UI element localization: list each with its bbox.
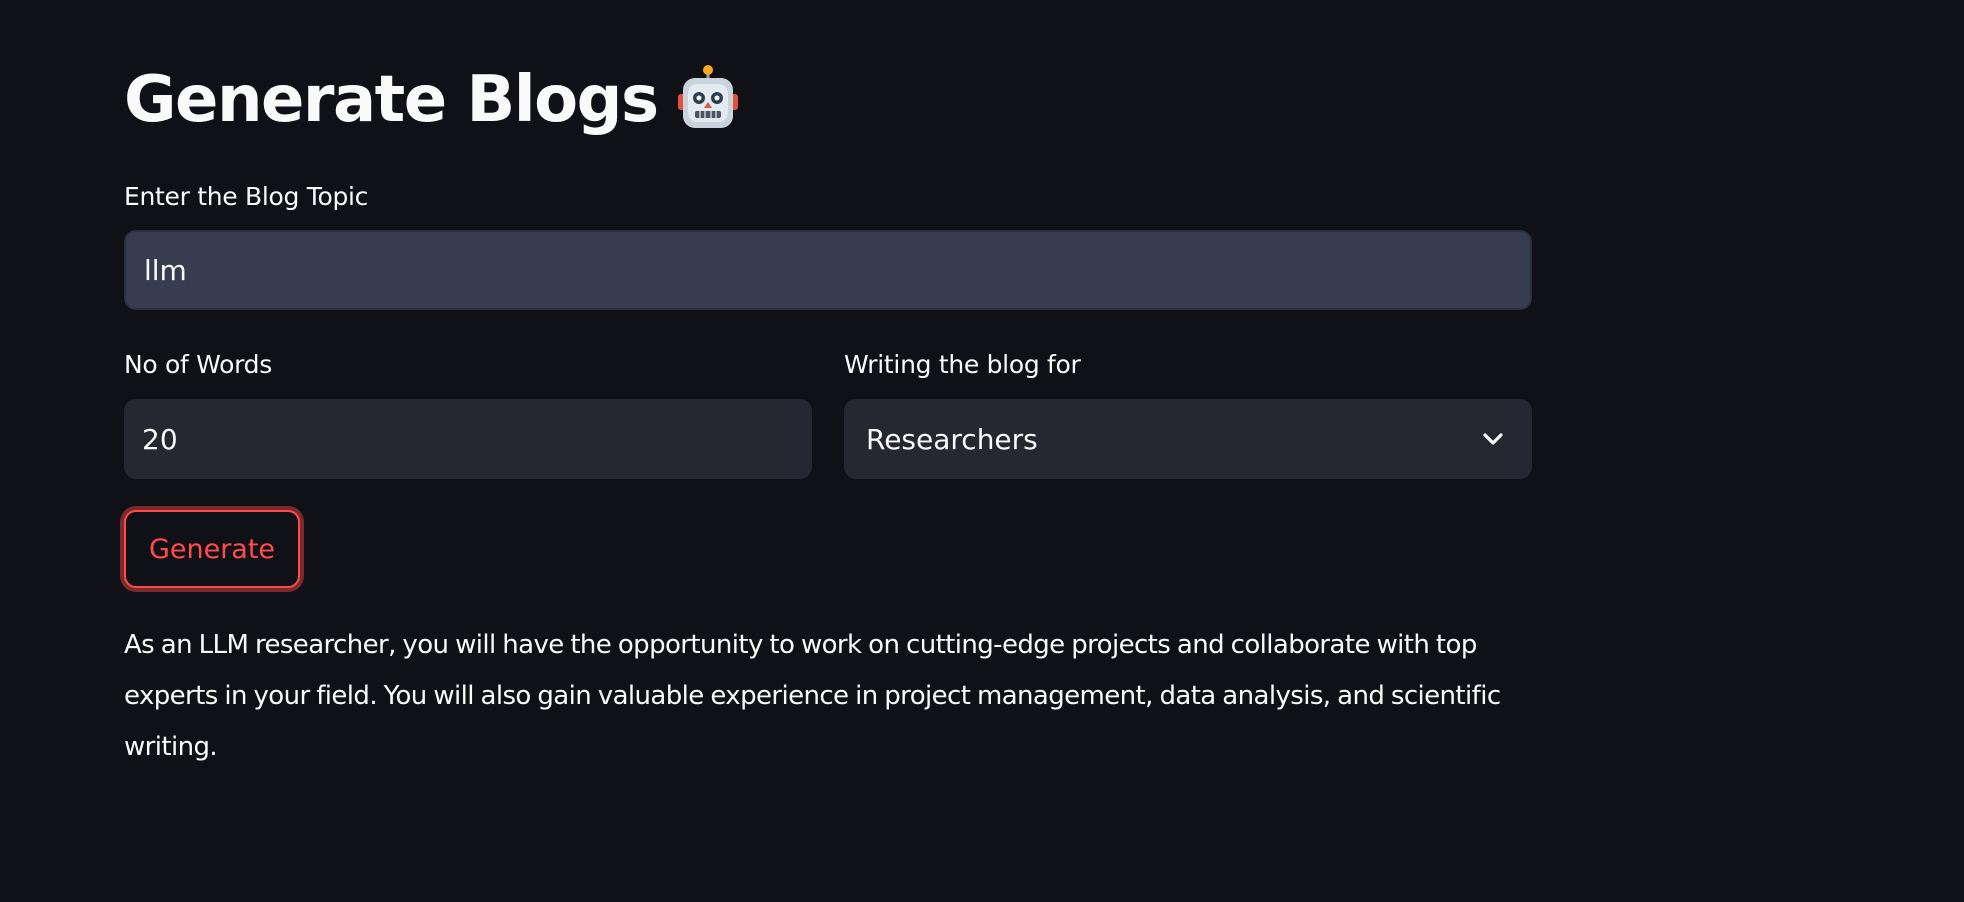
topic-input[interactable]: llm xyxy=(124,230,1532,310)
words-label: No of Words xyxy=(124,350,272,379)
audience-select-value: Researchers xyxy=(866,422,1038,456)
topic-label: Enter the Blog Topic xyxy=(124,182,369,211)
app-root: Generate Blogs Enter the Blog Topic llm … xyxy=(0,0,1964,902)
words-input-value: 20 xyxy=(142,422,178,456)
words-input[interactable]: 20 xyxy=(124,399,812,479)
topic-input-value: llm xyxy=(144,253,187,287)
page-title: Generate Blogs xyxy=(124,56,740,144)
page-title-text: Generate Blogs xyxy=(124,63,659,137)
audience-select[interactable]: Researchers xyxy=(844,399,1532,479)
chevron-down-icon xyxy=(1480,426,1506,452)
generated-blog-text: As an LLM researcher, you will have the … xyxy=(124,630,1501,762)
generate-button[interactable]: Generate xyxy=(124,510,300,588)
audience-label: Writing the blog for xyxy=(844,350,1081,379)
robot-face-icon xyxy=(676,64,740,136)
